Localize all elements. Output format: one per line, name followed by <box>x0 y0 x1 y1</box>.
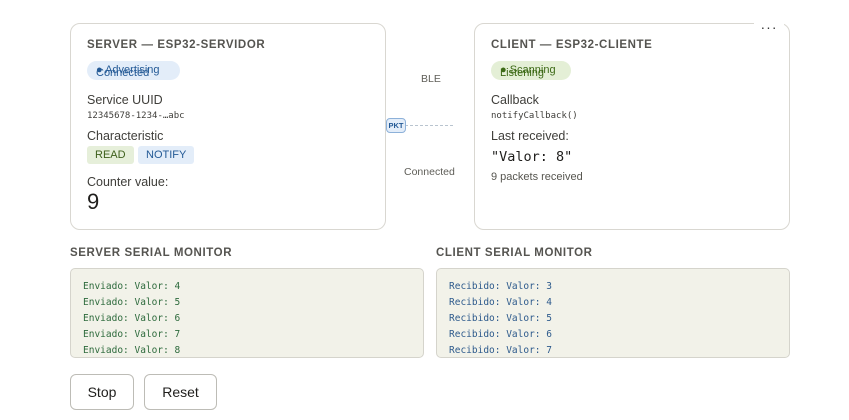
service-uuid-label: Service UUID <box>87 93 163 107</box>
client-title: CLIENT — ESP32-CLIENTE <box>491 39 653 51</box>
client-monitor-title: CLIENT SERIAL MONITOR <box>436 247 593 259</box>
stop-button[interactable]: Stop <box>70 374 134 410</box>
ble-label: BLE <box>421 73 441 85</box>
client-status-badge: ● Scanning Listening <box>491 61 571 80</box>
log-line: Recibido: Valor: 6 <box>449 329 552 340</box>
server-title: SERVER — ESP32-SERVIDOR <box>87 39 266 51</box>
counter-value: 9 <box>87 189 100 214</box>
server-status-badge: ● Advertising Connected <box>87 61 180 80</box>
server-serial-monitor[interactable]: Enviado: Valor: 4 Enviado: Valor: 5 Envi… <box>70 268 424 358</box>
log-line: Enviado: Valor: 5 <box>83 297 181 308</box>
callback-value: notifyCallback() <box>491 111 578 121</box>
callback-label: Callback <box>491 93 539 107</box>
notify-tag: NOTIFY <box>138 146 195 164</box>
client-status-overlay-text: Listening <box>500 67 545 79</box>
log-line: Recibido: Valor: 5 <box>449 313 552 324</box>
log-line: Recibido: Valor: 7 <box>449 345 552 356</box>
characteristic-label: Characteristic <box>87 129 164 143</box>
service-uuid-value: 12345678-1234-…abc <box>87 111 185 121</box>
log-line: Enviado: Valor: 7 <box>83 329 181 340</box>
server-status-overlay-text: Connected <box>96 67 150 79</box>
connection-line <box>405 125 453 126</box>
log-line: Recibido: Valor: 4 <box>449 297 552 308</box>
packets-count: 9 packets received <box>491 171 583 183</box>
client-serial-monitor[interactable]: Recibido: Valor: 3 Recibido: Valor: 4 Re… <box>436 268 790 358</box>
client-card: CLIENT — ESP32-CLIENTE ● Scanning Listen… <box>474 23 790 230</box>
server-card: SERVER — ESP32-SERVIDOR ● Advertising Co… <box>70 23 386 230</box>
reset-button[interactable]: Reset <box>144 374 217 410</box>
log-line: Enviado: Valor: 4 <box>83 281 181 292</box>
connection-status-label: Connected <box>404 166 455 178</box>
log-line: Recibido: Valor: 3 <box>449 281 552 292</box>
last-received-value: "Valor: 8" <box>491 149 573 165</box>
more-menu-button[interactable]: ··· <box>754 16 784 42</box>
read-tag: READ <box>87 146 134 164</box>
log-line: Enviado: Valor: 8 <box>83 345 181 356</box>
more-icon: ··· <box>760 19 778 35</box>
log-line: Enviado: Valor: 6 <box>83 313 181 324</box>
last-received-label: Last received: <box>491 129 569 143</box>
packet-badge: PKT <box>386 118 406 133</box>
server-monitor-title: SERVER SERIAL MONITOR <box>70 247 233 259</box>
counter-label: Counter value: <box>87 175 169 189</box>
